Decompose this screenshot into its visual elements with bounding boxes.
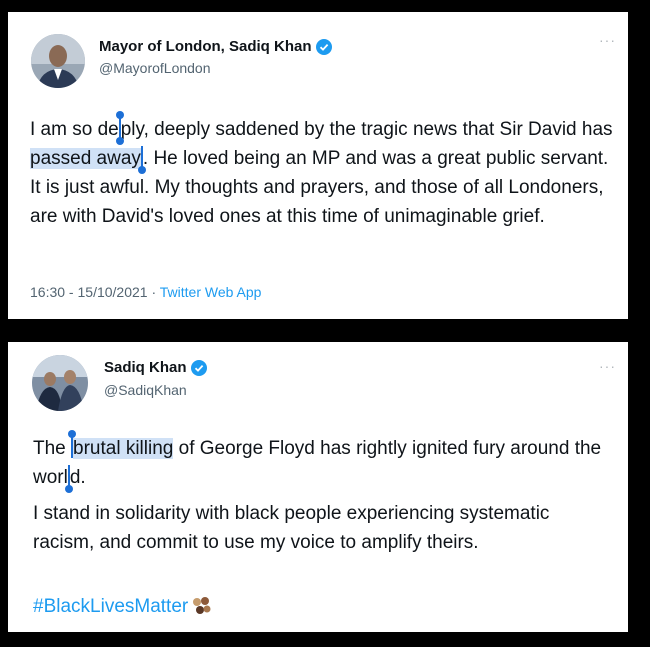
verified-badge-icon [315, 38, 332, 55]
verified-badge-icon [190, 359, 207, 376]
selection-caret[interactable] [64, 465, 73, 493]
tweet-text-paragraph-2: I stand in solidarity with black people … [33, 503, 550, 553]
tweet-meta: 16:30 - 15/10/2021 · Twitter Web App [30, 284, 262, 300]
author-handle[interactable]: @SadiqKhan [104, 382, 187, 398]
hashtag-link[interactable]: #BlackLivesMatter [33, 596, 188, 618]
tweet-date[interactable]: 15/10/2021 [78, 284, 148, 300]
tweet-card-sadiq: Sadiq Khan @SadiqKhan ··· The brutal kil… [8, 342, 628, 632]
raised-fist-icon [191, 596, 213, 618]
author-handle[interactable]: @MayorofLondon [99, 60, 211, 76]
selected-text[interactable]: passed away [30, 148, 141, 169]
author-name-row[interactable]: Mayor of London, Sadiq Khan [99, 38, 332, 55]
more-dots-icon[interactable]: ··· [599, 32, 616, 48]
more-dots-icon[interactable]: ··· [599, 358, 616, 374]
selected-text[interactable]: brutal killing [73, 438, 174, 459]
avatar[interactable] [31, 34, 85, 88]
tweet-text: I am so de ply, deeply saddened by the tr… [30, 111, 613, 227]
tweet-time[interactable]: 16:30 [30, 284, 65, 300]
author-name[interactable]: Mayor of London, Sadiq Khan [99, 38, 312, 55]
tweet-source[interactable]: Twitter Web App [160, 284, 262, 300]
author-name[interactable]: Sadiq Khan [104, 359, 187, 376]
tweet-card-mayor: Mayor of London, Sadiq Khan @MayorofLond… [8, 12, 628, 319]
selection-caret[interactable] [137, 146, 146, 174]
selection-caret[interactable] [115, 111, 124, 145]
hashtag-row: #BlackLivesMatter [33, 596, 213, 618]
tweet-text-paragraph-1: The brutal killing of George Floyd has r… [33, 430, 602, 493]
avatar[interactable] [32, 355, 88, 411]
author-name-row[interactable]: Sadiq Khan [104, 359, 207, 376]
